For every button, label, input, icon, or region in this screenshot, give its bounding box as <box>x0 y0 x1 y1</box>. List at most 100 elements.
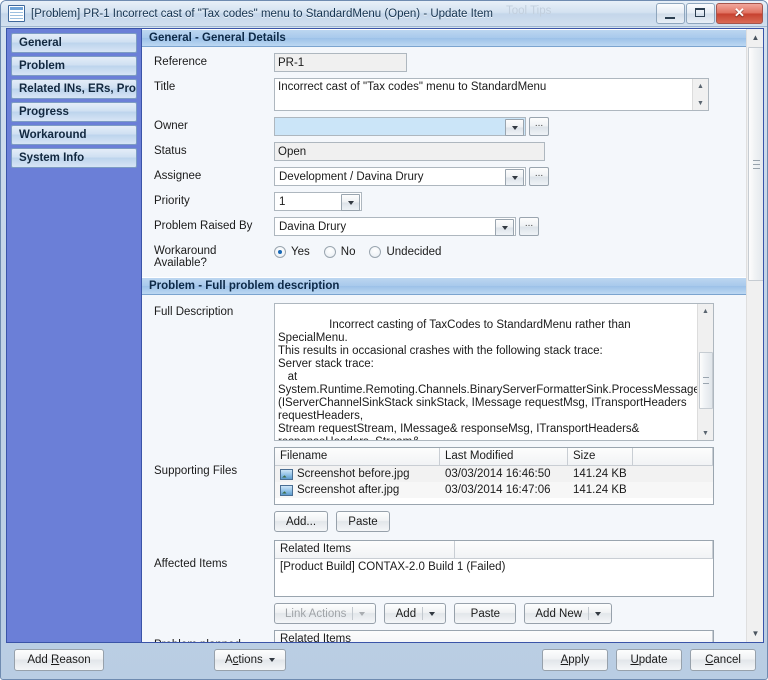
maximize-button[interactable] <box>686 3 715 24</box>
close-button[interactable]: ✕ <box>716 3 763 24</box>
chevron-down-icon[interactable] <box>495 219 514 236</box>
status-input[interactable] <box>274 142 545 161</box>
row-affected-items: Affected Items Related Items [Product Bu… <box>154 540 734 624</box>
full-description-scrollbar[interactable]: ▲ ▼ <box>697 304 713 440</box>
owner-combobox[interactable] <box>274 117 526 136</box>
affected-items-label: Affected Items <box>154 558 228 570</box>
radio-empty-icon <box>323 245 336 258</box>
add-reason-button[interactable]: Add Reason <box>14 649 104 671</box>
row-workaround-available: Workaround Available? Yes No Undecided <box>154 242 734 269</box>
owner-browse-button[interactable]: ... <box>529 117 549 136</box>
application-icon <box>8 5 25 22</box>
client-area: General Problem Related INs, ERs, Pro...… <box>6 28 764 643</box>
title-bar[interactable]: [Problem] PR-1 Incorrect cast of "Tax co… <box>1 1 767 27</box>
paste-file-button[interactable]: Paste <box>336 511 390 532</box>
column-header-related-items[interactable]: Related Items <box>275 631 713 642</box>
chevron-down-icon[interactable] <box>505 169 524 186</box>
scroll-down-button[interactable]: ▼ <box>747 625 763 642</box>
sidebar-item-system-info[interactable]: System Info <box>11 148 137 168</box>
chevron-down-icon[interactable] <box>505 119 524 136</box>
column-header-last-modified[interactable]: Last Modified <box>440 448 568 465</box>
actions-button[interactable]: Actions <box>214 649 286 671</box>
workaround-radio-yes[interactable]: Yes <box>274 245 310 258</box>
update-button[interactable]: Update <box>616 649 682 671</box>
full-description-value: Incorrect casting of TaxCodes to Standar… <box>278 319 700 440</box>
affected-items-header: Related Items <box>275 541 713 559</box>
add-file-button[interactable]: Add... <box>274 511 328 532</box>
affected-items-grid[interactable]: Related Items [Product Build] CONTAX-2.0… <box>274 540 714 597</box>
cancel-button[interactable]: Cancel <box>690 649 756 671</box>
section-header-problem: Problem - Full problem description <box>142 277 746 295</box>
sidebar-item-general[interactable]: General <box>11 33 137 53</box>
scroll-up-icon[interactable]: ▲ <box>698 304 713 318</box>
scroll-thumb[interactable] <box>699 352 713 409</box>
application-window: [Problem] PR-1 Incorrect cast of "Tax co… <box>0 0 768 680</box>
row-problem-raised-by: Problem Raised By Davina Drury ... <box>154 217 734 236</box>
table-row[interactable]: [Product Build] CONTAX-2.0 Build 1 (Fail… <box>275 559 713 575</box>
form-content: General - General Details Reference Titl… <box>142 29 746 642</box>
table-row[interactable]: Screenshot after.jpg 03/03/2014 16:47:06… <box>275 482 713 498</box>
row-supporting-files: Supporting Files Filename Last Modified … <box>154 447 734 532</box>
scroll-down-icon[interactable]: ▼ <box>698 426 713 440</box>
row-owner: Owner ... <box>154 117 734 136</box>
column-header-filename[interactable]: Filename <box>275 448 440 465</box>
column-header-size[interactable]: Size <box>568 448 633 465</box>
actions-label: Actions <box>225 654 263 666</box>
scroll-thumb[interactable] <box>748 47 763 281</box>
cancel-label: Cancel <box>705 654 741 666</box>
sidebar-item-progress[interactable]: Progress <box>11 102 137 122</box>
sidebar-item-label: Workaround <box>19 129 87 141</box>
minimize-button[interactable] <box>656 3 685 24</box>
sidebar-item-problem[interactable]: Problem <box>11 56 137 76</box>
title-input[interactable]: Incorrect cast of "Tax codes" menu to St… <box>274 78 709 111</box>
close-icon: ✕ <box>734 5 745 20</box>
priority-value: 1 <box>279 195 286 208</box>
content-wrapper: General - General Details Reference Titl… <box>141 28 764 643</box>
link-actions-label: Link Actions <box>285 607 347 620</box>
sidebar-item-related[interactable]: Related INs, ERs, Pro... <box>11 79 137 99</box>
supporting-files-buttons: Add... Paste <box>274 511 390 532</box>
scroll-up-button[interactable]: ▲ <box>747 29 763 46</box>
cell-size: 141.24 KB <box>573 468 627 480</box>
sidebar-item-label: System Info <box>19 152 85 164</box>
minimize-icon <box>665 17 675 19</box>
column-header-related-items[interactable]: Related Items <box>275 541 455 558</box>
scroll-down-icon[interactable]: ▼ <box>693 96 708 110</box>
add-new-related-button[interactable]: Add New <box>524 603 613 624</box>
table-row[interactable]: Screenshot before.jpg 03/03/2014 16:46:5… <box>275 466 713 482</box>
row-reference: Reference <box>154 53 734 72</box>
title-scrollbar[interactable]: ▲ ▼ <box>692 79 708 110</box>
priority-combobox[interactable]: 1 <box>274 192 362 211</box>
reference-input[interactable] <box>274 53 407 72</box>
window-title: [Problem] PR-1 Incorrect cast of "Tax co… <box>31 7 493 20</box>
workaround-radio-undecided[interactable]: Undecided <box>369 245 441 258</box>
footer-left-buttons: Add Reason Actions <box>14 649 286 671</box>
problem-raised-by-combobox[interactable]: Davina Drury <box>274 217 516 236</box>
paste-related-button[interactable]: Paste <box>454 603 517 624</box>
assignee-browse-button[interactable]: ... <box>529 167 549 186</box>
add-related-button[interactable]: Add <box>384 603 447 624</box>
scroll-up-icon[interactable]: ▲ <box>693 79 708 93</box>
supporting-files-grid[interactable]: Filename Last Modified Size Screenshot b… <box>274 447 714 505</box>
image-file-icon <box>280 484 293 496</box>
sidebar-item-label: Progress <box>19 106 69 118</box>
full-description-textarea[interactable]: Incorrect casting of TaxCodes to Standar… <box>274 303 714 441</box>
row-priority: Priority 1 <box>154 192 734 211</box>
apply-button[interactable]: Apply <box>542 649 608 671</box>
cell-filename: Screenshot after.jpg <box>275 484 440 496</box>
dialog-footer: Add Reason Actions Apply Update Cancel <box>6 644 764 676</box>
problem-raised-by-browse-button[interactable]: ... <box>519 217 539 236</box>
problem-raised-by-value: Davina Drury <box>279 220 347 233</box>
assignee-combobox[interactable]: Development / Davina Drury <box>274 167 526 186</box>
workaround-option-label: Yes <box>291 245 310 258</box>
main-vertical-scrollbar[interactable]: ▲ ▼ <box>746 29 763 642</box>
workaround-radio-no[interactable]: No <box>323 245 355 258</box>
problem-planned-grid[interactable]: Related Items <box>274 630 714 642</box>
chevron-down-icon <box>595 611 602 616</box>
sidebar-item-label: Problem <box>19 60 66 72</box>
section-header-general-label: General - General Details <box>149 32 286 44</box>
chevron-down-icon[interactable] <box>341 194 360 211</box>
chevron-down-icon <box>359 611 366 616</box>
sidebar-item-workaround[interactable]: Workaround <box>11 125 137 145</box>
link-actions-button[interactable]: Link Actions <box>274 603 377 624</box>
